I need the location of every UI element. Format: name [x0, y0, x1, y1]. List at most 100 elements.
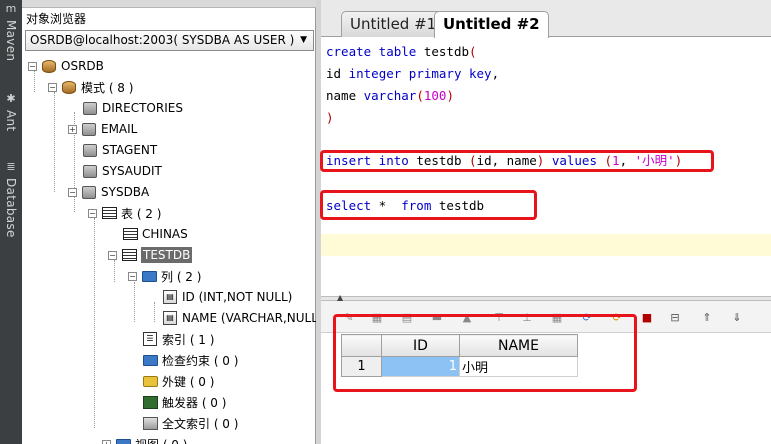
editor-tab-bar: Untitled #1 Untitled #2 [321, 0, 771, 38]
browser-title: 对象浏览器 [26, 12, 87, 26]
tree-node-label: TESTDB [141, 247, 193, 263]
tab-untitled-1[interactable]: Untitled #1 [341, 11, 446, 37]
tree-node-label: NAME (VARCHAR,NULL [182, 311, 316, 325]
tool-window-database[interactable]: ≣ Database [0, 160, 22, 238]
foreign-key-icon [142, 375, 158, 387]
tree-node-schema[interactable]: − SYSDBA [68, 182, 149, 202]
tree-node-label: 外键 ( 0 ) [162, 374, 215, 389]
schema-icon [83, 164, 97, 178]
sql-editor[interactable]: create table testdb( id integer primary … [320, 38, 771, 296]
ant-icon: ✱ [6, 92, 16, 105]
schema-icon [83, 143, 97, 157]
trigger-icon [142, 395, 158, 409]
schema-group-icon [62, 80, 76, 94]
select-highlight-box [320, 190, 537, 220]
tree-node-column[interactable]: ▤ NAME (VARCHAR,NULL [162, 308, 316, 328]
tree-node-schemas[interactable]: − 模式 ( 8 ) [48, 77, 133, 97]
tree-node-indexes[interactable]: ☰ 索引 ( 1 ) [142, 329, 214, 349]
database-icon [42, 59, 56, 73]
tree-node-label: SYSAUDIT [102, 164, 162, 178]
tree-node-schema[interactable]: STAGENT [82, 140, 157, 160]
collapse-icon[interactable]: − [28, 61, 37, 71]
tab-untitled-2[interactable]: Untitled #2 [434, 11, 549, 38]
folder-icon [142, 354, 158, 366]
tool-window-maven[interactable]: m Maven [0, 2, 22, 61]
collapse-icon[interactable]: − [68, 187, 77, 197]
tree-node-tables[interactable]: − 表 ( 2 ) [88, 203, 161, 223]
tool-window-label: Ant [4, 110, 18, 132]
code-line: ) [326, 110, 334, 125]
tree-node-label: ID (INT,NOT NULL) [182, 290, 293, 304]
tree-node-label: 索引 ( 1 ) [162, 332, 215, 347]
code-line: create table testdb( [326, 44, 477, 59]
table-icon [121, 249, 137, 261]
fulltext-index-icon [142, 416, 158, 430]
connection-value: OSRDB@localhost:2003( SYSDBA AS USER ) [30, 33, 295, 47]
database-icon: ≣ [6, 160, 16, 173]
editor-area: Untitled #1 Untitled #2 create table tes… [320, 0, 771, 444]
folder-icon [115, 438, 131, 444]
code-line: name varchar(100) [326, 88, 454, 103]
folder-icon [141, 270, 157, 282]
tree-node-label: CHINAS [142, 227, 188, 241]
schema-icon [82, 185, 96, 199]
filter-icon[interactable]: ⊟ [667, 310, 683, 324]
tree-node-schema[interactable]: SYSAUDIT [82, 161, 162, 181]
column-icon: ▤ [163, 311, 177, 325]
connection-select[interactable]: OSRDB@localhost:2003( SYSDBA AS USER ) ▼ [25, 30, 314, 51]
tree-node-foreign-keys[interactable]: 外键 ( 0 ) [142, 371, 214, 391]
tree-node-label: STAGENT [102, 143, 158, 157]
tree-node-label: EMAIL [101, 122, 138, 136]
tree-node-schema[interactable]: + EMAIL [68, 119, 137, 139]
tree-node-table-selected[interactable]: − TESTDB [108, 245, 193, 265]
tree-node-columns[interactable]: − 列 ( 2 ) [128, 266, 201, 286]
current-line-highlight [321, 234, 771, 256]
tree-node-label: 模式 ( 8 ) [81, 80, 134, 95]
tree-node-label: 列 ( 2 ) [161, 269, 202, 284]
tree-node-views[interactable]: + 视图 ( 0 ) [102, 434, 187, 444]
stop-icon[interactable]: ■ [639, 310, 655, 324]
collapse-icon[interactable]: − [48, 82, 57, 92]
tree-node-label: 视图 ( 0 ) [135, 436, 187, 444]
tool-window-label: Maven [4, 20, 18, 62]
tree-node-triggers[interactable]: 触发器 ( 0 ) [142, 392, 226, 412]
object-tree: − OSRDB − 模式 ( 8 ) DIRECTORIES + EMAIL S… [22, 56, 316, 444]
collapse-icon[interactable]: − [108, 250, 117, 260]
tree-node-root[interactable]: − OSRDB [28, 56, 104, 76]
tree-node-table[interactable]: CHINAS [122, 224, 188, 244]
result-highlight-box [333, 314, 637, 392]
column-icon: ▤ [163, 290, 177, 304]
tree-node-label: 表 ( 2 ) [121, 206, 162, 221]
import-down-icon[interactable]: ⇓ [729, 310, 745, 324]
tree-node-label: DIRECTORIES [102, 101, 183, 115]
browser-top-bar [22, 0, 316, 8]
tree-node-label: 触发器 ( 0 ) [162, 395, 227, 410]
tree-node-label: SYSDBA [101, 185, 150, 199]
results-panel: ✎ ▦ ▤ ▬ ▲ ⊤ ⊥ ▦ ⟳ ⟳ ■ ⊟ ⇑ ⇓ ID NAME 1 1 … [321, 301, 771, 444]
insert-highlight-box [320, 150, 714, 172]
expand-icon[interactable]: + [68, 124, 77, 134]
maven-icon: m [5, 2, 17, 15]
tree-node-label: OSRDB [61, 59, 104, 73]
tool-window-label: Database [4, 178, 18, 238]
expand-icon[interactable]: + [102, 439, 111, 444]
tree-node-schema[interactable]: DIRECTORIES [82, 98, 183, 118]
collapse-icon[interactable]: − [128, 271, 137, 281]
tree-node-label: 检查约束 ( 0 ) [162, 353, 239, 368]
table-group-icon [101, 207, 117, 219]
index-icon: ☰ [143, 332, 157, 346]
table-icon [122, 228, 138, 240]
tool-window-ant[interactable]: ✱ Ant [0, 92, 22, 131]
tree-node-checks[interactable]: 检查约束 ( 0 ) [142, 350, 238, 370]
schema-icon [82, 122, 96, 136]
tree-node-fulltext[interactable]: 全文索引 ( 0 ) [142, 413, 238, 433]
collapse-icon[interactable]: − [88, 208, 97, 218]
tree-node-label: 全文索引 ( 0 ) [162, 416, 239, 431]
chevron-down-icon[interactable]: ▼ [300, 35, 307, 45]
code-line: id integer primary key, [326, 66, 500, 81]
object-browser-panel: 对象浏览器 OSRDB@localhost:2003( SYSDBA AS US… [22, 0, 316, 444]
tree-node-column[interactable]: ▤ ID (INT,NOT NULL) [162, 287, 292, 307]
tool-window-strip: m Maven ✱ Ant ≣ Database [0, 0, 22, 444]
schema-icon [83, 101, 97, 115]
export-up-icon[interactable]: ⇑ [699, 310, 715, 324]
